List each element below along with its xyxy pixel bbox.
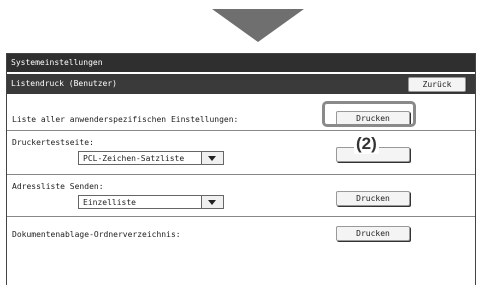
printer-test-page-select-value: PCL-Zeichen-Satzliste bbox=[83, 154, 185, 163]
row-label-document-filing-folder: Dokumentenablage-Ordnerverzeichnis: bbox=[12, 230, 181, 239]
section-header: Listendruck (Benutzer) Zurück bbox=[7, 74, 475, 94]
settings-panel: Systemeinstellungen Listendruck (Benutze… bbox=[6, 53, 476, 285]
window-title-bar: Systemeinstellungen bbox=[7, 54, 475, 72]
print-address-list-button[interactable]: Drucken bbox=[336, 191, 410, 206]
window-title: Systemeinstellungen bbox=[11, 58, 103, 67]
chevron-down-icon[interactable] bbox=[201, 152, 223, 164]
print-document-filing-folder-button[interactable]: Drucken bbox=[336, 226, 410, 241]
address-list-select[interactable]: Einzelliste bbox=[78, 195, 224, 209]
divider bbox=[7, 174, 475, 175]
printer-test-page-select[interactable]: PCL-Zeichen-Satzliste bbox=[78, 151, 224, 165]
address-list-select-value: Einzelliste bbox=[83, 198, 136, 207]
divider bbox=[7, 130, 475, 131]
down-arrow-icon bbox=[212, 9, 304, 42]
back-button[interactable]: Zurück bbox=[408, 77, 466, 92]
divider bbox=[7, 216, 475, 217]
row-label-printer-test-page: Druckertestseite: bbox=[12, 138, 94, 147]
row-label-user-settings-list: Liste aller anwenderspezifischen Einstel… bbox=[12, 115, 239, 124]
highlight-frame bbox=[322, 101, 416, 127]
chevron-down-icon[interactable] bbox=[201, 196, 223, 208]
section-title: Listendruck (Benutzer) bbox=[11, 79, 117, 88]
row-label-address-list-send: Adressliste Senden: bbox=[12, 182, 104, 191]
step-callout: (2) bbox=[354, 134, 379, 154]
